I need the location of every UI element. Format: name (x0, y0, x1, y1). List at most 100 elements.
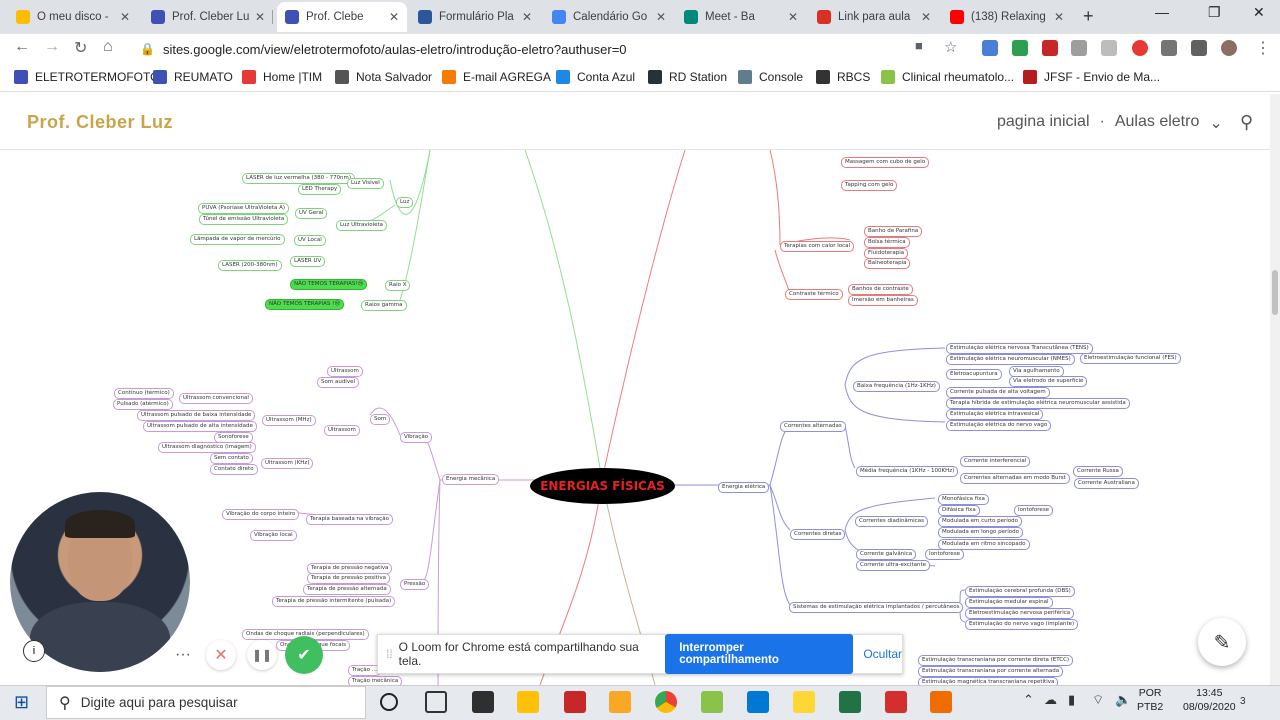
pause-recording-icon[interactable]: ❚❚ (247, 640, 277, 670)
bookmark-item[interactable]: RBCS (816, 70, 870, 84)
tab-7[interactable]: Link para aula ✕ (809, 2, 939, 32)
reload-icon[interactable]: ↻ (74, 38, 87, 58)
task-view-icon[interactable] (425, 691, 447, 713)
tab-8[interactable]: (138) Relaxing ✕ (942, 2, 1072, 32)
excel-icon[interactable] (839, 691, 861, 713)
close-tab-icon[interactable]: ✕ (255, 10, 265, 24)
mindmap-node: Corrente ultra-excitante (856, 560, 931, 571)
mindmap-node: LASER (200-380nm) (218, 260, 282, 271)
back-icon[interactable]: ← (14, 38, 30, 56)
volume-icon[interactable]: 🔈 (1115, 692, 1131, 708)
bookmark-star-icon[interactable]: ☆ (944, 38, 957, 56)
mindmap-node: Energia mecânica (442, 474, 500, 485)
windows-start-icon[interactable]: ⊞ (14, 692, 29, 713)
mindmap-node: Banhos de contraste (848, 284, 913, 295)
bookmark-item[interactable]: ELETROTERMOFOTO (14, 70, 159, 84)
forward-icon[interactable]: → (44, 38, 60, 56)
close-tab-icon[interactable]: ✕ (389, 10, 399, 24)
more-icon[interactable]: ··· (168, 640, 198, 670)
shield-icon[interactable] (1012, 40, 1028, 56)
tab-6[interactable]: Meet - Ba ✕ (676, 2, 806, 32)
bookmark-item[interactable]: JFSF - Envio de Ma... (1023, 70, 1160, 84)
menu-icon[interactable]: ⋮ (1255, 38, 1271, 58)
close-tab-icon[interactable]: ✕ (656, 10, 666, 24)
mindmap-node: Correntes alternadas em modo Burst (960, 473, 1070, 484)
info-icon[interactable]: i (23, 640, 45, 662)
tab-5[interactable]: Calendário Go ✕ (544, 2, 674, 32)
chevron-down-icon[interactable]: ⌄ (1209, 113, 1222, 133)
bookmark-item[interactable]: Clinical rheumatolo... (881, 70, 1014, 84)
bookmark-favicon-icon (153, 70, 167, 84)
close-tab-icon[interactable]: ✕ (1054, 10, 1064, 24)
app-icon[interactable] (701, 691, 723, 713)
mail-icon[interactable] (747, 691, 769, 713)
search-icon[interactable]: ⚲ (1240, 112, 1253, 133)
translate-icon[interactable] (982, 40, 998, 56)
gmail-icon (817, 10, 831, 24)
tab-3[interactable]: Prof. Clebe ✕ (277, 2, 407, 32)
tray-chevron-icon[interactable]: ⌃ (1023, 692, 1034, 708)
tab-2[interactable]: Prof. Cleber Lu ✕ (143, 2, 273, 32)
tab-1[interactable]: O meu disco - ✕ (8, 2, 138, 32)
mindmap-node: Iontoforese (1014, 505, 1054, 516)
acrobat-icon[interactable] (885, 691, 907, 713)
store-icon[interactable] (472, 691, 494, 713)
puzzle-icon[interactable] (1161, 40, 1177, 56)
google-drive-icon (16, 10, 30, 24)
bookmark-item[interactable]: RD Station (648, 70, 727, 84)
loom-icon[interactable] (1132, 40, 1148, 56)
bookmark-item[interactable]: Console (738, 70, 803, 84)
bookmark-item[interactable]: Conta Azul (556, 70, 635, 84)
taskbar-search-box[interactable]: ⚲ Digite aqui para pesquisar (46, 686, 366, 719)
chrome-icon[interactable] (655, 691, 677, 713)
nav-pagina-inicial[interactable]: pagina inicial (997, 113, 1090, 133)
app-icon[interactable] (564, 691, 586, 713)
close-tab-icon[interactable]: ✕ (522, 10, 532, 24)
stop-sharing-button[interactable]: Interromper compartilhamento (665, 634, 854, 674)
bookmark-label: E-mail AGREGA (463, 70, 552, 84)
maximize-button[interactable]: ❐ (1208, 4, 1221, 21)
close-window-button[interactable]: ✕ (1253, 4, 1265, 21)
language-indicator[interactable]: POR PTB2 (1137, 686, 1163, 714)
close-tab-icon[interactable]: ✕ (120, 10, 130, 24)
finish-recording-icon[interactable]: ✔ (285, 636, 323, 674)
camera-icon[interactable]: ■ (915, 38, 923, 53)
nav-aulas-eletro[interactable]: Aulas eletro (1115, 113, 1200, 133)
tab-4[interactable]: Formulário Pla ✕ (410, 2, 540, 32)
notifications-icon[interactable]: 3 (1240, 691, 1246, 708)
powerbi-icon[interactable] (793, 691, 815, 713)
home-icon[interactable]: ⌂ (103, 38, 113, 56)
close-tab-icon[interactable]: ✕ (921, 10, 931, 24)
minimize-button[interactable]: — (1155, 4, 1169, 20)
wifi-icon[interactable]: ⌔ (1092, 692, 1104, 708)
extension-icon[interactable] (1042, 40, 1058, 56)
battery-icon[interactable]: ▮ (1068, 692, 1075, 708)
tab-label: Prof. Cleber Lu (172, 11, 250, 23)
site-brand[interactable]: Prof. Cleber Luz (27, 112, 173, 133)
folder-icon[interactable] (609, 691, 631, 713)
scrollbar-thumb[interactable] (1272, 270, 1278, 315)
extension-icon[interactable] (1071, 40, 1087, 56)
cancel-recording-icon[interactable]: ✕ (206, 640, 236, 670)
bookmark-favicon-icon (14, 70, 28, 84)
cortana-icon[interactable] (380, 693, 398, 711)
scrollbar[interactable] (1270, 94, 1280, 685)
bookmark-item[interactable]: REUMATO (153, 70, 233, 84)
mindmap-node: Som (370, 414, 391, 425)
bookmark-item[interactable]: Home |TIM (242, 70, 322, 84)
bookmark-item[interactable]: Nota Salvador (335, 70, 432, 84)
hide-link[interactable]: Ocultar (863, 647, 902, 661)
address-bar[interactable]: 🔒 sites.google.com/view/eletrotermofoto/… (140, 38, 970, 60)
new-tab-button[interactable]: + (1083, 6, 1094, 27)
drag-handle-icon[interactable]: ⁞⁞ (386, 647, 393, 661)
bookmark-item[interactable]: E-mail AGREGA (442, 70, 551, 84)
butterfly-app-icon[interactable] (930, 691, 952, 713)
file-explorer-icon[interactable] (517, 691, 539, 713)
cloud-icon[interactable]: ☁ (1044, 692, 1057, 708)
close-tab-icon[interactable]: ✕ (788, 10, 798, 24)
edit-icon[interactable]: ✎ (1198, 618, 1246, 666)
clock[interactable]: 13:45 08/09/2020 (1183, 686, 1236, 714)
media-icon[interactable] (1191, 40, 1207, 56)
avatar[interactable] (1221, 40, 1237, 56)
extension-icon[interactable] (1101, 40, 1117, 56)
